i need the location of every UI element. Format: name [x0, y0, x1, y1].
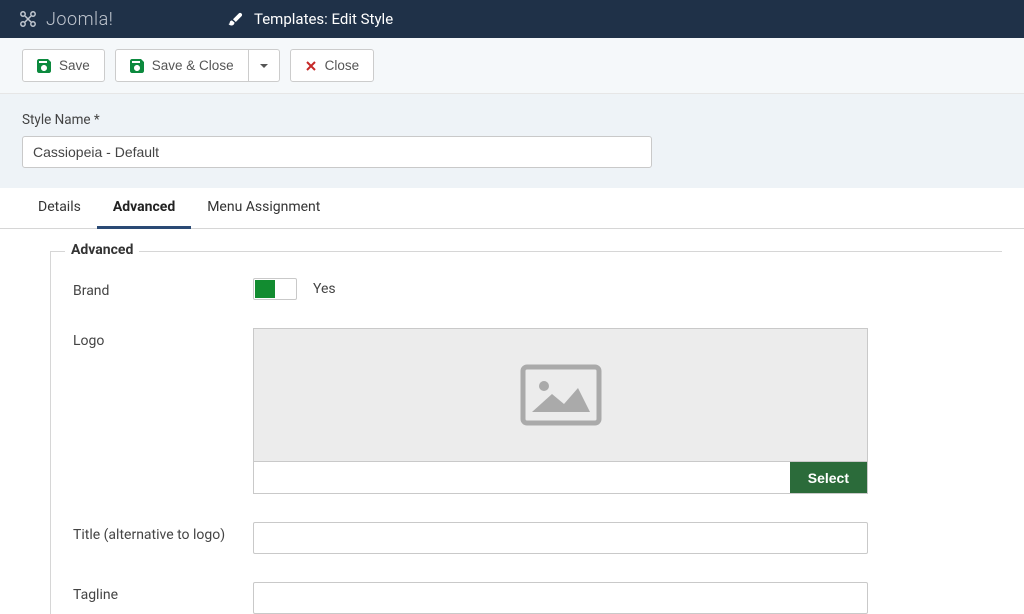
- brand-text: Joomla!: [46, 9, 113, 30]
- advanced-fieldset: Advanced Brand Yes Logo: [50, 251, 1002, 614]
- close-icon: [305, 60, 317, 72]
- logo-media-field: Select: [253, 328, 868, 494]
- tagline-label: Tagline: [73, 582, 253, 603]
- chevron-down-icon: [259, 61, 269, 71]
- image-placeholder-icon: [520, 364, 602, 426]
- row-title: Title (alternative to logo): [73, 522, 980, 554]
- logo-path-input[interactable]: [254, 462, 790, 493]
- style-name-area: Style Name *: [0, 94, 1024, 188]
- title-label: Title (alternative to logo): [73, 522, 253, 543]
- row-brand: Brand Yes: [73, 278, 980, 300]
- save-icon: [130, 59, 144, 73]
- joomla-icon: [18, 9, 38, 29]
- toggle-thumb: [255, 280, 275, 298]
- row-logo: Logo Select: [73, 328, 980, 494]
- tab-menu-assignment[interactable]: Menu Assignment: [191, 188, 336, 229]
- app-header: Joomla! Templates: Edit Style: [0, 0, 1024, 38]
- logo-label: Logo: [73, 328, 253, 349]
- tab-details[interactable]: Details: [22, 188, 97, 229]
- title-input[interactable]: [253, 522, 868, 554]
- page-title-bar: Templates: Edit Style: [214, 0, 1024, 38]
- style-name-input[interactable]: [22, 136, 652, 168]
- row-tagline: Tagline: [73, 582, 980, 614]
- logo-select-button[interactable]: Select: [790, 462, 867, 493]
- tab-content: Advanced Brand Yes Logo: [0, 229, 1024, 614]
- save-close-group: Save & Close: [115, 49, 280, 82]
- save-close-dropdown[interactable]: [249, 49, 280, 82]
- save-button[interactable]: Save: [22, 49, 105, 82]
- tab-advanced[interactable]: Advanced: [97, 188, 191, 229]
- logo-input-row: Select: [254, 461, 867, 493]
- save-icon: [37, 59, 51, 73]
- page-title: Templates: Edit Style: [254, 10, 393, 28]
- fieldset-legend: Advanced: [65, 242, 139, 258]
- style-name-label: Style Name *: [22, 112, 1002, 128]
- brand-toggle[interactable]: [253, 278, 297, 300]
- close-button[interactable]: Close: [290, 49, 375, 82]
- logo-preview: [254, 329, 867, 461]
- brand-toggle-state: Yes: [313, 281, 336, 297]
- brand-logo-area: Joomla!: [0, 0, 214, 38]
- save-close-button[interactable]: Save & Close: [115, 49, 249, 82]
- tagline-input[interactable]: [253, 582, 868, 614]
- action-toolbar: Save Save & Close Close: [0, 38, 1024, 94]
- tab-bar: Details Advanced Menu Assignment: [0, 188, 1024, 229]
- brush-icon: [228, 11, 244, 27]
- brand-label: Brand: [73, 278, 253, 299]
